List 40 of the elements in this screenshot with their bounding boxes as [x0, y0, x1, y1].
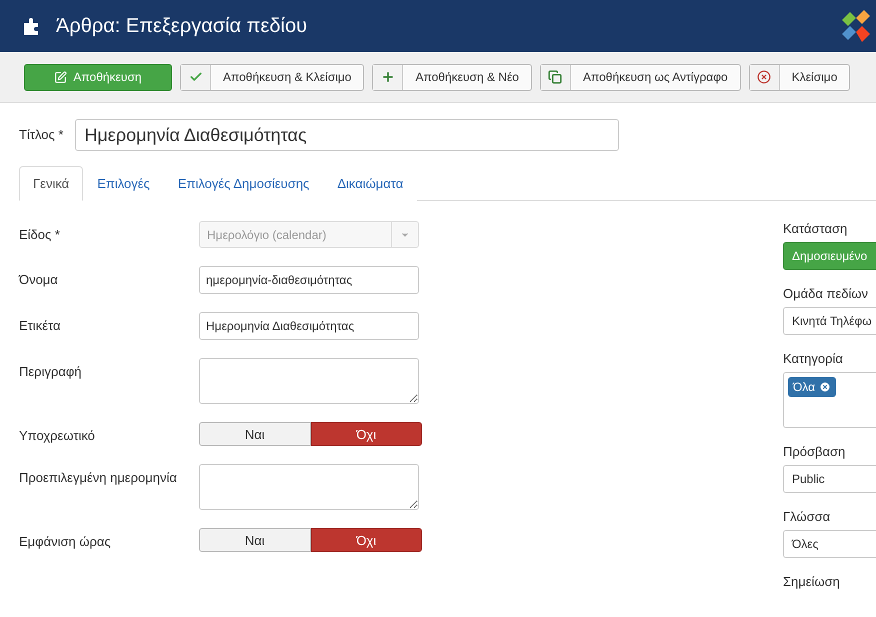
- field-label: Σημείωση: [783, 574, 841, 589]
- field-label: Εμφάνιση ώρας: [19, 533, 112, 549]
- title-input[interactable]: Ημερομηνία Διαθεσιμότητας: [75, 119, 620, 151]
- check-icon: [188, 70, 202, 84]
- plus-icon: [380, 70, 395, 84]
- tag-field[interactable]: Όλα: [783, 372, 876, 428]
- field-label: Ομάδα πεδίων: [783, 286, 870, 301]
- tag-chip[interactable]: Όλα: [788, 377, 836, 397]
- field-label: Υποχρεωτικό: [19, 427, 96, 443]
- toggle-option[interactable]: Όχι: [310, 422, 422, 446]
- field-label: Τίτλος *: [19, 127, 64, 142]
- textarea-field[interactable]: [199, 464, 419, 510]
- select-field[interactable]: Όλες: [783, 530, 876, 558]
- text-input[interactable]: Ημερομηνία Διαθεσιμότητας: [199, 312, 419, 340]
- field-label: Προεπιλεγμένη ημερομηνία: [19, 469, 178, 485]
- field-label: Είδος *: [19, 226, 61, 242]
- toolbar-button[interactable]: Αποθήκευση & Νέο: [372, 64, 532, 90]
- field-label: Όνομα: [19, 271, 59, 287]
- field-label: Ετικέτα: [19, 317, 62, 333]
- toolbar-button[interactable]: Κλείσιμο: [748, 64, 850, 90]
- toolbar-button[interactable]: Αποθήκευση & Κλείσιμο: [180, 64, 364, 90]
- field-label: Γλώσσα: [783, 509, 832, 524]
- remove-icon: [819, 381, 832, 393]
- edit-icon: [54, 70, 68, 84]
- select-field[interactable]: Public: [783, 465, 876, 493]
- close-icon: [757, 70, 772, 84]
- text-input[interactable]: ημερομηνία-διαθεσιμότητας: [199, 266, 419, 294]
- copy-icon: [548, 70, 562, 84]
- toggle-option[interactable]: Όχι: [310, 528, 422, 552]
- tab[interactable]: Γενικά: [19, 166, 84, 201]
- select-field[interactable]: Κινητά Τηλέφω: [783, 307, 876, 335]
- field-label: Πρόσβαση: [783, 444, 846, 459]
- toolbar-button[interactable]: Αποθήκευση ως Αντίγραφο: [540, 64, 741, 90]
- toggle-option[interactable]: Ναι: [199, 528, 310, 552]
- field-label: Κατηγορία: [783, 351, 844, 366]
- page-title: Άρθρα: Επεξεργασία πεδίου: [56, 14, 308, 38]
- field-label: Περιγραφή: [19, 363, 83, 379]
- toggle-option[interactable]: Ναι: [199, 422, 310, 446]
- textarea-field[interactable]: [199, 358, 419, 404]
- field-label: Κατάσταση: [783, 221, 848, 236]
